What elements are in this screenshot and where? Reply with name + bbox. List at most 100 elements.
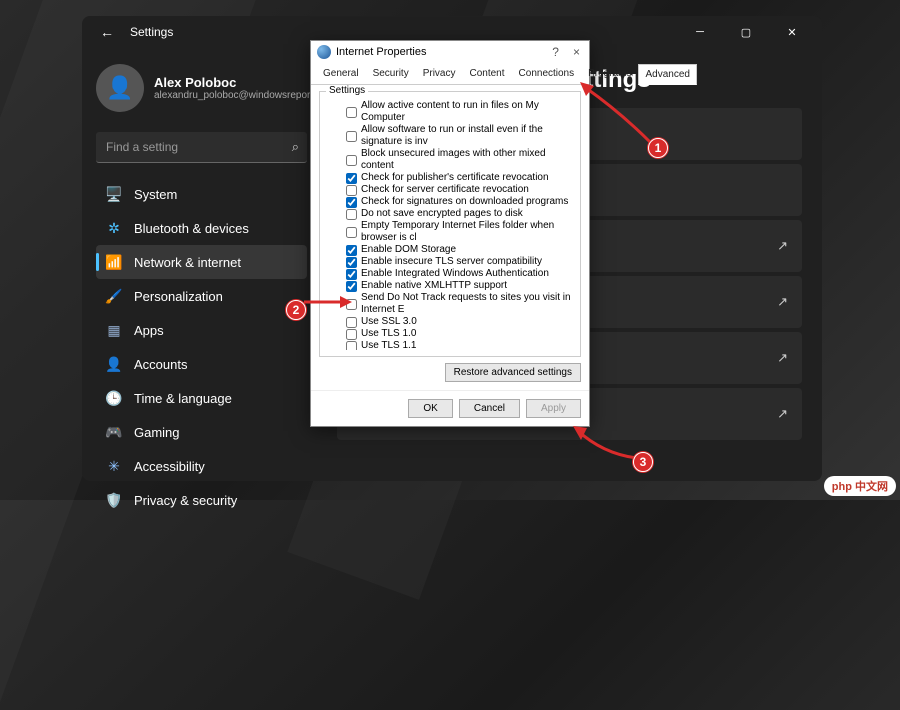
nav-label: Gaming — [134, 425, 180, 440]
watermark: php 中文网 — [824, 476, 896, 496]
option-label: Empty Temporary Internet Files folder wh… — [361, 220, 574, 244]
window-title: Settings — [130, 25, 173, 39]
option-label: Enable DOM Storage — [361, 244, 456, 256]
nav-icon: 👤 — [106, 356, 122, 372]
option-checkbox[interactable] — [346, 245, 357, 256]
sidebar-item-system[interactable]: 🖥️System — [96, 177, 307, 211]
nav-label: Personalization — [134, 289, 223, 304]
tab-programs[interactable]: Programs — [581, 63, 638, 84]
option-checkbox[interactable] — [346, 269, 357, 280]
option-label: Use TLS 1.0 — [361, 328, 416, 340]
dialog-titlebar: Internet Properties ? × — [311, 41, 589, 63]
option-row[interactable]: Allow software to run or install even if… — [326, 124, 574, 148]
restore-advanced-button[interactable]: Restore advanced settings — [445, 363, 581, 382]
minimize-button[interactable]: ─ — [678, 18, 722, 46]
option-checkbox[interactable] — [346, 329, 357, 340]
search-input[interactable] — [96, 132, 307, 163]
profile-name: Alex Poloboc — [154, 75, 316, 90]
marker-2: 2 — [286, 300, 306, 320]
nav-label: Privacy & security — [134, 493, 237, 508]
close-button[interactable]: ✕ — [770, 18, 814, 46]
tab-general[interactable]: General — [316, 63, 366, 84]
nav-icon: 🕒 — [106, 390, 122, 406]
nav-label: Accounts — [134, 357, 187, 372]
option-label: Enable native XMLHTTP support — [361, 280, 507, 292]
back-button[interactable]: ← — [90, 20, 124, 44]
option-row[interactable]: Enable insecure TLS server compatibility — [326, 256, 574, 268]
option-row[interactable]: Check for server certificate revocation — [326, 184, 574, 196]
ok-button[interactable]: OK — [408, 399, 452, 418]
option-checkbox[interactable] — [346, 299, 357, 310]
option-checkbox[interactable] — [346, 209, 357, 220]
option-label: Check for signatures on downloaded progr… — [361, 196, 568, 208]
sidebar-item-apps[interactable]: ▦Apps — [96, 313, 307, 347]
option-checkbox[interactable] — [346, 197, 357, 208]
option-checkbox[interactable] — [346, 317, 357, 328]
option-row[interactable]: Allow active content to run in files on … — [326, 100, 574, 124]
tab-advanced[interactable]: Advanced — [638, 64, 696, 85]
sidebar-item-bluetooth-devices[interactable]: ✲Bluetooth & devices — [96, 211, 307, 245]
option-checkbox[interactable] — [346, 185, 357, 196]
dialog-tabs: GeneralSecurityPrivacyContentConnections… — [311, 63, 589, 85]
external-link-icon: ↗ — [777, 350, 788, 366]
option-row[interactable]: Enable Integrated Windows Authentication — [326, 268, 574, 280]
option-label: Check for server certificate revocation — [361, 184, 529, 196]
dialog-close-button[interactable]: × — [570, 45, 583, 59]
option-row[interactable]: Block unsecured images with other mixed … — [326, 148, 574, 172]
option-label: Allow software to run or install even if… — [361, 124, 574, 148]
nav-icon: ✳ — [106, 458, 122, 474]
option-row[interactable]: Send Do Not Track requests to sites you … — [326, 292, 574, 316]
option-row[interactable]: Empty Temporary Internet Files folder wh… — [326, 220, 574, 244]
option-row[interactable]: Use SSL 3.0 — [326, 316, 574, 328]
nav-label: Apps — [134, 323, 164, 338]
sidebar-item-accessibility[interactable]: ✳Accessibility — [96, 449, 307, 483]
nav-label: Bluetooth & devices — [134, 221, 249, 236]
nav-icon: 🖥️ — [106, 186, 122, 202]
tab-connections[interactable]: Connections — [512, 63, 582, 84]
options-list[interactable]: Allow active content to run in files on … — [326, 100, 574, 350]
nav-icon: 📶 — [106, 254, 122, 270]
cancel-button[interactable]: Cancel — [459, 399, 520, 418]
option-checkbox[interactable] — [346, 257, 357, 268]
tab-privacy[interactable]: Privacy — [416, 63, 463, 84]
nav-icon: 🖌️ — [106, 288, 122, 304]
sidebar-item-time-language[interactable]: 🕒Time & language — [96, 381, 307, 415]
option-label: Enable Integrated Windows Authentication — [361, 268, 549, 280]
option-checkbox[interactable] — [346, 227, 357, 238]
option-row[interactable]: Check for publisher's certificate revoca… — [326, 172, 574, 184]
sidebar-item-privacy-security[interactable]: 🛡️Privacy & security — [96, 483, 307, 517]
option-checkbox[interactable] — [346, 107, 357, 118]
option-row[interactable]: Use TLS 1.0 — [326, 328, 574, 340]
nav-label: Network & internet — [134, 255, 241, 270]
help-button[interactable]: ? — [549, 45, 562, 59]
sidebar: 👤 Alex Poloboc alexandru_poloboc@windows… — [82, 48, 317, 481]
apply-button[interactable]: Apply — [526, 399, 581, 418]
option-checkbox[interactable] — [346, 341, 357, 351]
external-link-icon: ↗ — [777, 238, 788, 254]
profile-email: alexandru_poloboc@windowsreport. — [154, 90, 316, 101]
sidebar-item-personalization[interactable]: 🖌️ Personalization — [96, 279, 307, 313]
option-checkbox[interactable] — [346, 173, 357, 184]
maximize-button[interactable]: ▢ — [724, 18, 768, 46]
option-checkbox[interactable] — [346, 155, 357, 166]
option-label: Block unsecured images with other mixed … — [361, 148, 574, 172]
sidebar-item-gaming[interactable]: 🎮Gaming — [96, 415, 307, 449]
option-label: Use SSL 3.0 — [361, 316, 417, 328]
option-label: Check for publisher's certificate revoca… — [361, 172, 549, 184]
tab-content[interactable]: Content — [463, 63, 512, 84]
tab-security[interactable]: Security — [366, 63, 416, 84]
search-container: ⌕ — [96, 132, 307, 163]
sidebar-item-accounts[interactable]: 👤 Accounts — [96, 347, 307, 381]
option-checkbox[interactable] — [346, 281, 357, 292]
option-row[interactable]: Enable DOM Storage — [326, 244, 574, 256]
option-label: Use TLS 1.1 — [361, 340, 416, 350]
sidebar-item-network-internet[interactable]: 📶 Network & internet — [96, 245, 307, 279]
option-checkbox[interactable] — [346, 131, 357, 142]
option-label: Send Do Not Track requests to sites you … — [361, 292, 574, 316]
option-row[interactable]: Enable native XMLHTTP support — [326, 280, 574, 292]
option-row[interactable]: Check for signatures on downloaded progr… — [326, 196, 574, 208]
option-row[interactable]: Use TLS 1.1 — [326, 340, 574, 350]
profile[interactable]: 👤 Alex Poloboc alexandru_poloboc@windows… — [96, 56, 317, 126]
settings-group: Settings Allow active content to run in … — [319, 91, 581, 357]
option-row[interactable]: Do not save encrypted pages to disk — [326, 208, 574, 220]
